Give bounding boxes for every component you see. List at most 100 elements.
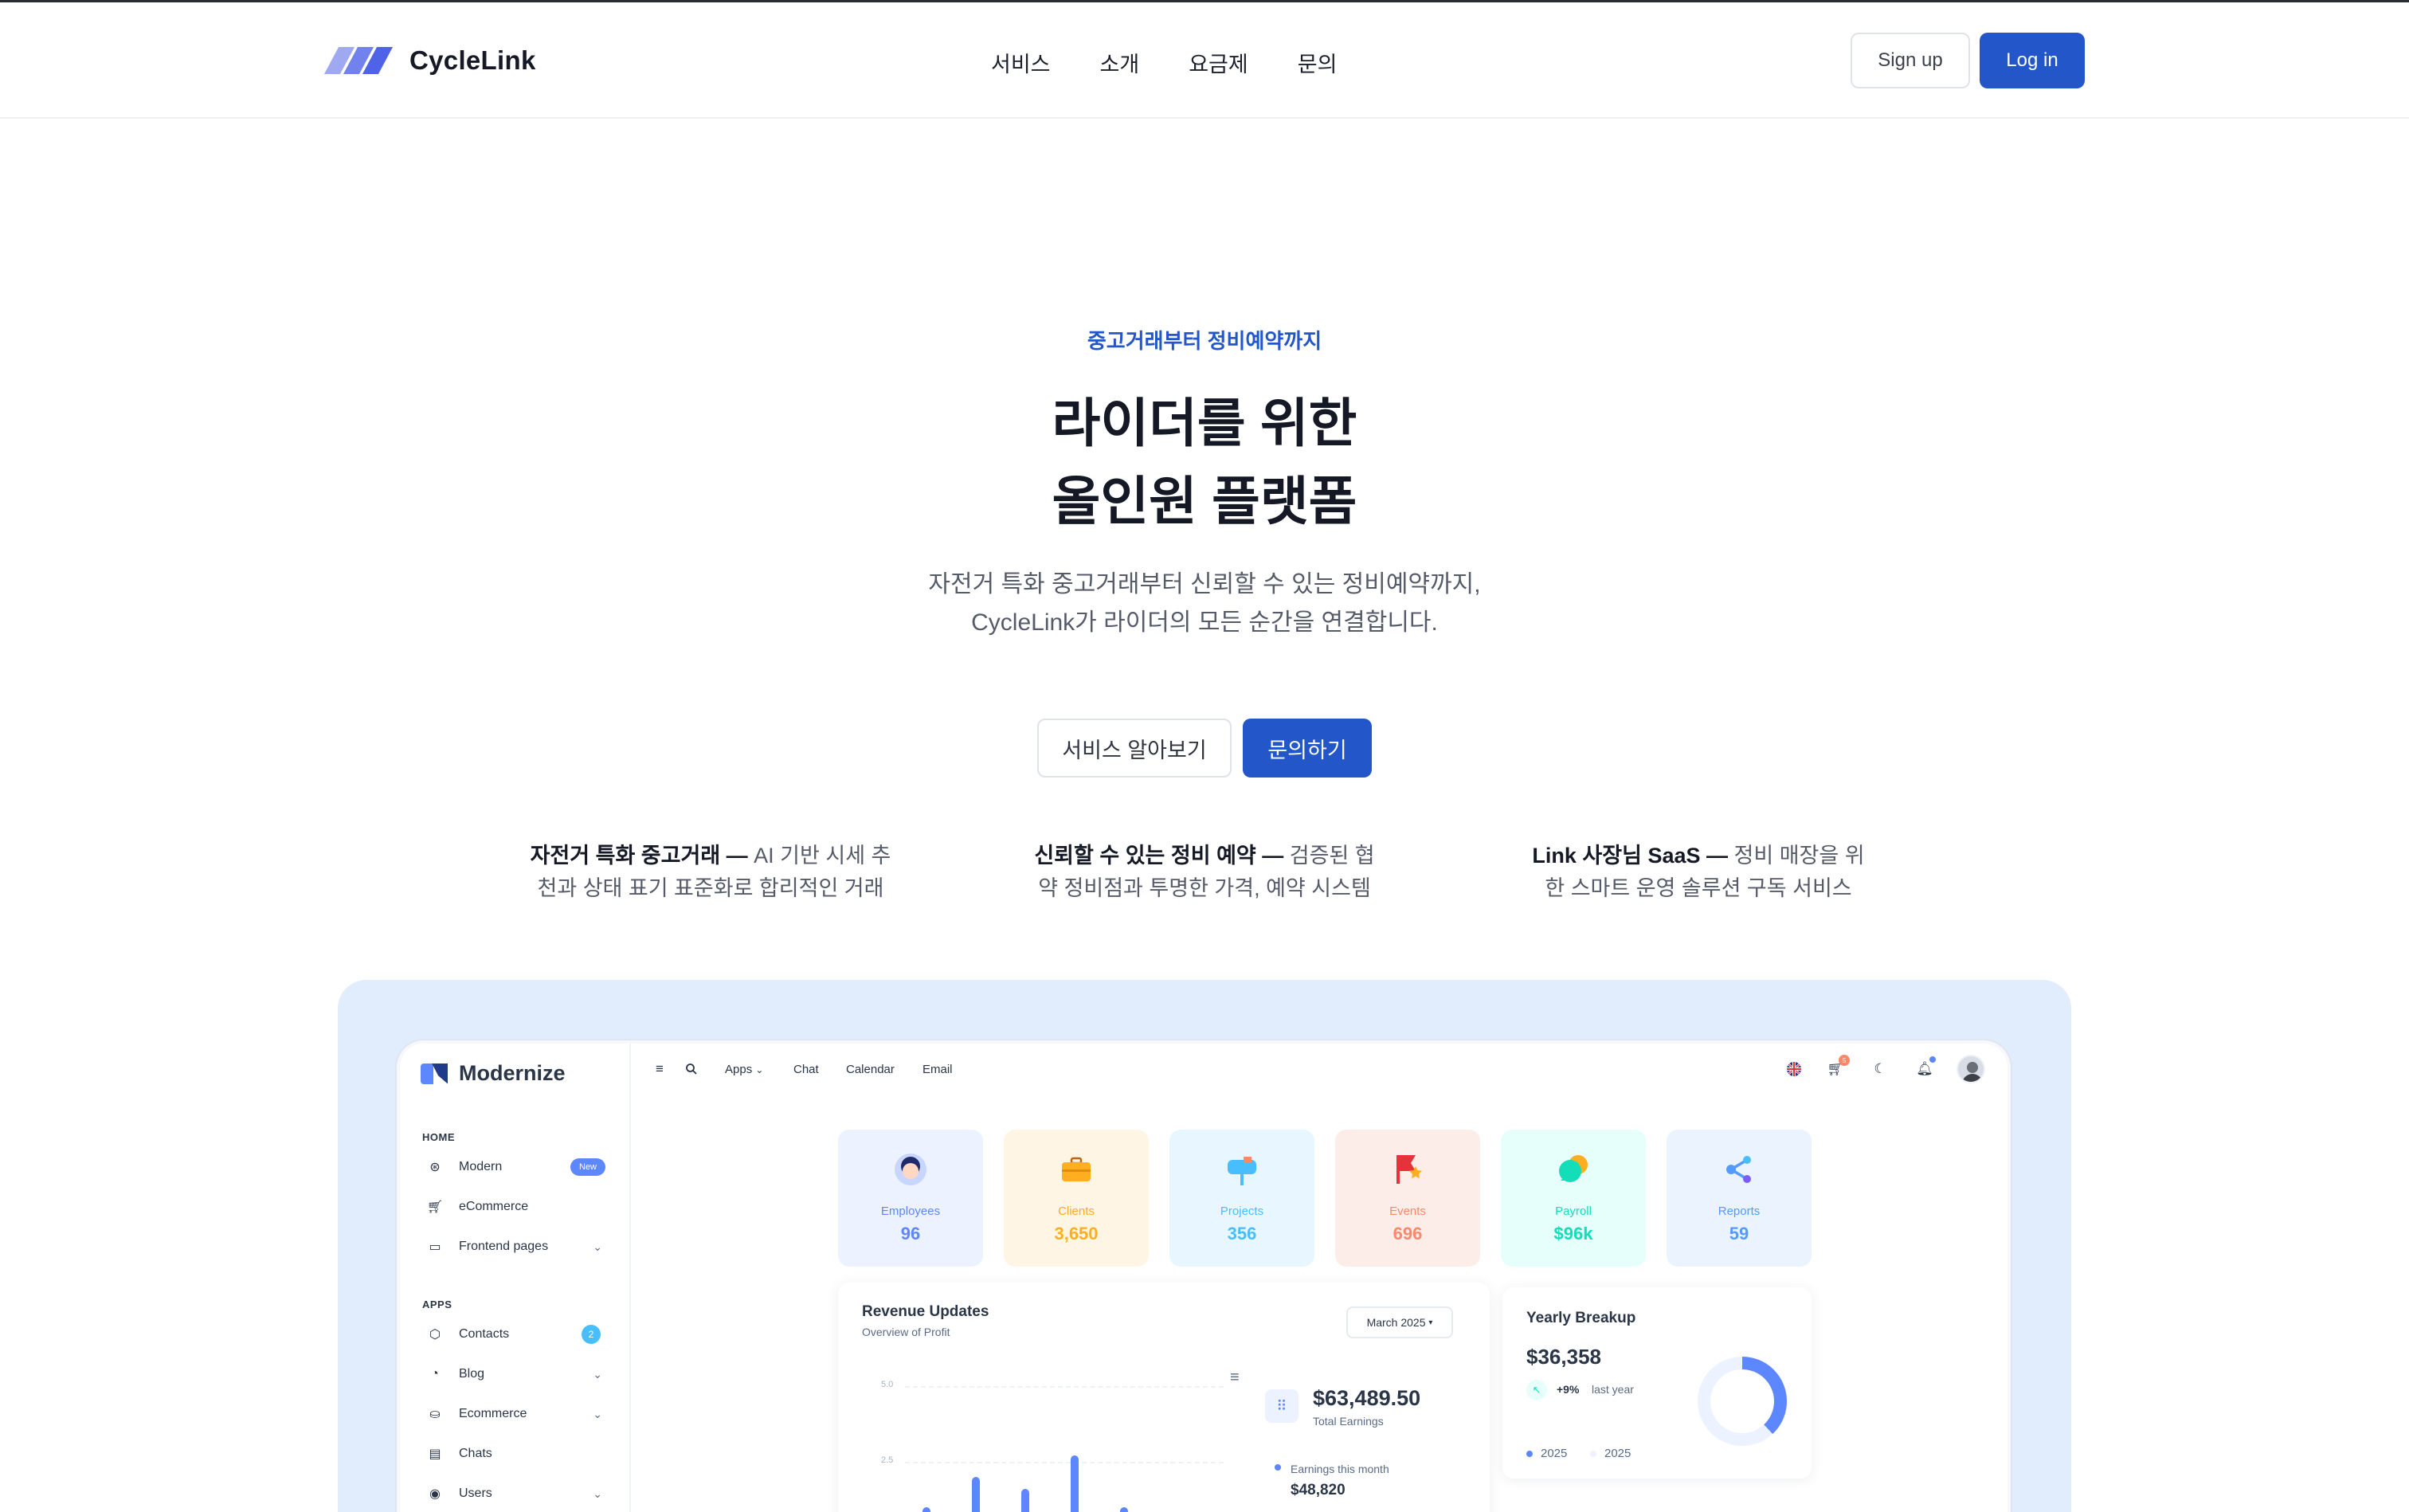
sidebar-item-users[interactable]: ◉ Users ⌄: [427, 1482, 609, 1506]
revenue-bar[interactable]: [922, 1507, 930, 1512]
topbar-link-chat[interactable]: Chat: [793, 1063, 819, 1076]
yearly-change: +9%: [1557, 1383, 1580, 1396]
revenue-bar[interactable]: [1021, 1489, 1029, 1512]
feature-desc: 검증된 협: [1289, 844, 1375, 868]
sidebar-heading-apps: APPS: [422, 1299, 452, 1310]
sidebar-item-modern[interactable]: ⊛ Modern New: [427, 1155, 609, 1179]
inquiry-button[interactable]: 문의하기: [1243, 719, 1372, 778]
feature-desc-cont: 약 정비점과 투명한 가격, 예약 시스템: [1038, 876, 1371, 900]
yearly-title: Yearly Breakup: [1526, 1310, 1636, 1326]
legend-label: 2025: [1541, 1447, 1568, 1460]
signup-button[interactable]: Sign up: [1851, 33, 1970, 88]
revenue-bar[interactable]: [1120, 1507, 1128, 1512]
feature-repair-booking: 신뢰할 수 있는 정비 예약 — 검증된 협 약 정비점과 투명한 가격, 예약…: [1021, 840, 1388, 905]
chat-bubbles-icon: [1554, 1150, 1592, 1189]
topbar-link-email[interactable]: Email: [922, 1063, 953, 1076]
cyclelink-logo-icon: [323, 47, 394, 74]
stat-card-payroll[interactable]: Payroll $96k: [1501, 1130, 1646, 1267]
revenue-bar[interactable]: [1071, 1455, 1079, 1512]
stat-card-projects[interactable]: Projects 356: [1169, 1130, 1314, 1267]
period-select[interactable]: March 2025 ▾: [1346, 1306, 1453, 1338]
chevron-down-icon: ⌄: [755, 1064, 764, 1075]
chevron-down-icon: ⌄: [593, 1407, 602, 1420]
stat-label: Clients: [1058, 1205, 1095, 1218]
learn-more-button[interactable]: 서비스 알아보기: [1037, 719, 1232, 778]
sidebar-item-ecommerce[interactable]: 🛒︎ eCommerce: [427, 1195, 609, 1219]
login-button[interactable]: Log in: [1980, 33, 2085, 88]
hero-subtitle-line-2: CycleLink가 라이더의 모든 순간을 연결합니다.: [971, 609, 1438, 636]
stat-label: Employees: [880, 1205, 941, 1218]
count-badge: 2: [582, 1325, 601, 1344]
dashboard-preview: Modernize HOME ⊛ Modern New 🛒︎ eCommerce…: [397, 1040, 2011, 1512]
avatar[interactable]: [1957, 1055, 1985, 1083]
apps-label: Apps: [725, 1063, 753, 1076]
stat-card-events[interactable]: Events 696: [1335, 1130, 1480, 1267]
sidebar-item-chats[interactable]: ▤ Chats: [427, 1442, 609, 1466]
legend-item: 2025: [1590, 1447, 1631, 1460]
sidebar-item-label: Blog: [459, 1367, 485, 1381]
legend-item: 2025: [1526, 1447, 1567, 1460]
revenue-updates-card: Revenue Updates Overview of Profit March…: [838, 1283, 1490, 1512]
nav-link-about[interactable]: 소개: [1100, 47, 1140, 78]
stat-label: Projects: [1220, 1205, 1264, 1218]
nav-link-contact[interactable]: 문의: [1298, 47, 1338, 78]
search-icon[interactable]: [682, 1060, 701, 1079]
sidebar-item-blog[interactable]: ◔ Blog ⌄: [427, 1362, 609, 1386]
feature-desc: AI 기반 시세 추: [754, 844, 891, 868]
hero-eyebrow: 중고거래부터 정비예약까지: [1087, 329, 1322, 353]
sidebar-item-label: Chats: [459, 1447, 492, 1460]
legend-label: 2025: [1604, 1447, 1631, 1460]
arrow-up-left-icon: ↖: [1526, 1380, 1547, 1400]
moon-icon[interactable]: ☾: [1870, 1060, 1890, 1079]
stat-card-employees[interactable]: Employees 96: [838, 1130, 983, 1267]
revenue-bar[interactable]: [972, 1477, 980, 1512]
stat-card-clients[interactable]: Clients 3,650: [1004, 1130, 1149, 1267]
chart-donut-icon: ◔: [431, 1367, 439, 1381]
uk-flag-icon[interactable]: [1784, 1060, 1804, 1079]
feature-dash: —: [720, 844, 754, 868]
stat-value: 356: [1227, 1224, 1257, 1244]
brand-logo[interactable]: CycleLink: [323, 45, 536, 76]
stat-value: 3,650: [1054, 1224, 1099, 1244]
apps-dropdown[interactable]: Apps ⌄: [725, 1063, 763, 1076]
site-header: CycleLink 서비스 소개 요금제 문의 Sign up Log in: [0, 2, 2409, 119]
feature-title: 자전거 특화 중고거래: [530, 844, 721, 868]
nav-link-services[interactable]: 서비스: [991, 47, 1051, 78]
user-circle-icon: ◉: [429, 1487, 441, 1501]
cart-count-badge: 5: [1839, 1055, 1850, 1066]
sidebar-item-label: Frontend pages: [459, 1240, 549, 1253]
briefcase-icon: [1057, 1150, 1095, 1189]
feature-desc-cont: 한 스마트 운영 솔루션 구독 서비스: [1545, 876, 1852, 900]
y-tick-label: 5.0: [881, 1380, 894, 1389]
stat-value: $96k: [1553, 1224, 1593, 1244]
sidebar-item-frontend-pages[interactable]: ▭ Frontend pages ⌄: [427, 1235, 609, 1259]
hero-title: 라이더를 위한 올인원 플랫폼: [0, 384, 2409, 540]
main-nav: 서비스 소개 요금제 문의: [991, 47, 1386, 78]
topbar-link-calendar[interactable]: Calendar: [846, 1063, 895, 1076]
yearly-breakup-card: Yearly Breakup $36,358 ↖ +9% last year 2…: [1502, 1287, 1812, 1479]
dashboard-brand[interactable]: Modernize: [421, 1061, 566, 1086]
gridline: [905, 1462, 1224, 1463]
caret-down-icon: ▾: [1428, 1318, 1433, 1327]
nav-link-pricing[interactable]: 요금제: [1189, 47, 1248, 78]
modernize-logo-icon: [421, 1062, 449, 1086]
stat-value: 696: [1393, 1224, 1423, 1244]
sidebar-item-label: Users: [459, 1487, 492, 1500]
mailbox-icon: [1223, 1150, 1261, 1189]
feature-dash: —: [1700, 844, 1734, 868]
revenue-subtitle: Overview of Profit: [862, 1326, 950, 1338]
stat-card-reports[interactable]: Reports 59: [1667, 1130, 1812, 1267]
chart-menu-icon[interactable]: ≡: [1230, 1369, 1240, 1387]
sidebar-item-ecommerce-app[interactable]: ⛀ Ecommerce ⌄: [427, 1402, 609, 1426]
feature-dash: —: [1255, 844, 1290, 868]
period-value: March 2025: [1366, 1316, 1426, 1329]
yearly-value: $36,358: [1526, 1345, 1601, 1369]
employee-avatar-icon: [891, 1150, 930, 1189]
sidebar-item-label: Contacts: [459, 1327, 510, 1341]
feature-saas: Link 사장님 SaaS — 정비 매장을 위 한 스마트 운영 솔루션 구독…: [1515, 840, 1882, 905]
feature-marketplace: 자전거 특화 중고거래 — AI 기반 시세 추 천과 상태 표기 표준화로 합…: [527, 840, 894, 905]
sidebar-item-contacts[interactable]: ⬡ Contacts 2: [427, 1322, 609, 1346]
menu-icon[interactable]: ≡: [650, 1060, 669, 1079]
chevron-down-icon: ⌄: [593, 1487, 602, 1500]
sidebar-item-label: Modern: [459, 1160, 503, 1173]
